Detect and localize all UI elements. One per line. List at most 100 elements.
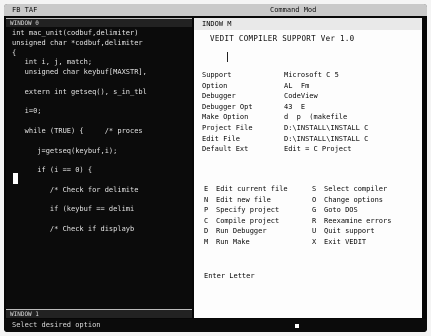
code-line: /* Check for delimite (12, 185, 139, 194)
setting-value: Microsoft C 5 (284, 71, 339, 79)
option-key: E (204, 185, 209, 193)
setting-key: Edit File (202, 134, 240, 143)
code-line: int mac_unit(codbuf,delimiter) (12, 29, 139, 37)
code-line: int i, j, match; (12, 58, 93, 67)
option-label: Edit current file (216, 185, 288, 193)
option-label: Run Debugger (216, 227, 267, 236)
menu-options: E Edit current file S Select compiler N Edi… (202, 184, 418, 248)
code-line: i=0; (12, 107, 42, 116)
menu-item-compile-project[interactable]: C Compile project (204, 216, 279, 227)
code-line: while (TRUE) { /* proces (12, 126, 143, 135)
setting-value: D:\INSTALL\INSTALL C (284, 123, 369, 132)
setting-value: D:\INSTALL\INSTALL C (284, 134, 369, 143)
code-area[interactable]: int mac_unit(codbuf,delimiter) unsigned … (6, 27, 192, 235)
code-line: if (i == 0) { (12, 166, 93, 175)
setting-row: Edit File D:\INSTALL\INSTALL C (202, 134, 416, 145)
menu-heading: VEDIT COMPILER SUPPORT Ver 1.0 (210, 34, 355, 43)
menu-item-change-options[interactable]: O Change options (312, 195, 383, 206)
mode-indicator: Command Mod (270, 6, 317, 14)
option-row: D Run Debugger U Quit support (202, 226, 418, 237)
text-cursor (13, 173, 18, 184)
option-label: Goto DOS (324, 206, 358, 215)
menu-item-run-make[interactable]: M Run Make (204, 237, 250, 248)
menu-item-exit-vedit[interactable]: X Exit VEDIT (312, 237, 366, 248)
code-line: extern int getseq(), s_in_tbl (12, 87, 147, 96)
option-key: S (312, 185, 317, 193)
code-line: j=getseq(keybuf,i); (12, 146, 118, 155)
setting-value: AL Fm (284, 81, 310, 90)
option-key: C (204, 216, 209, 225)
code-line: unsigned char keybuf[MAXSTR], (12, 68, 147, 77)
editor-window-left[interactable]: WINDOW 0 int mac_unit(codbuf,delimiter) … (6, 18, 192, 318)
setting-row: Make Option d p (makefile (202, 112, 416, 123)
option-key: D (204, 227, 209, 236)
code-line: if (keybuf == delimi (12, 205, 135, 214)
option-label: Compile project (216, 216, 280, 225)
option-label: Specify project (216, 206, 280, 215)
option-key: N (204, 195, 209, 204)
setting-key: Support (202, 71, 232, 79)
setting-value: Edit = C Project (284, 145, 352, 154)
setting-key: Option (202, 81, 228, 90)
setting-key: Default Ext (202, 145, 249, 154)
option-key: X (312, 237, 317, 246)
menu-item-quit-support[interactable]: U Quit support (312, 226, 375, 237)
status-line: Select desired option (4, 319, 427, 332)
option-row: P Specify project G Goto DOS (202, 205, 418, 216)
setting-key: Project File (202, 123, 253, 132)
option-row: M Run Make X Exit VEDIT (202, 237, 418, 248)
terminal-screen: FB TAF Command Mod WINDOW 0 int mac_unit… (4, 4, 427, 332)
code-line: unsigned char *codbuf,delimiter (12, 38, 143, 47)
option-row: N Edit new file O Change options (202, 195, 418, 206)
option-key: O (312, 195, 317, 204)
setting-row: Support Microsoft C 5 (202, 70, 416, 81)
setting-row: Debugger CodeView (202, 91, 416, 102)
option-label: Run Make (216, 237, 250, 246)
option-label: Change options (324, 195, 384, 204)
option-key: P (204, 206, 209, 215)
option-label: Exit VEDIT (324, 237, 367, 246)
option-key: G (312, 206, 317, 215)
option-label: Quit support (324, 227, 375, 236)
menu-item-edit-new[interactable]: N Edit new file (204, 195, 271, 206)
window-title-bottom: WINDOW 1 (6, 309, 192, 318)
setting-row: Default Ext Edit = C Project (202, 144, 416, 155)
setting-key: Debugger Opt (202, 102, 253, 111)
window-title-right: INDOW M (194, 18, 422, 30)
option-key: M (204, 237, 209, 246)
setting-row: Debugger Opt 43 E (202, 102, 416, 113)
menu-item-reexamine-errors[interactable]: R Reexamine errors (312, 216, 391, 227)
code-line: { (12, 48, 17, 57)
top-left-label: FB TAF (12, 6, 38, 14)
setting-key: Debugger (202, 92, 236, 101)
vedit-menu-window: INDOW M VEDIT COMPILER SUPPORT Ver 1.0 S… (194, 18, 422, 318)
setting-row: Project File D:\INSTALL\INSTALL C (202, 123, 416, 134)
option-row: E Edit current file S Select compiler (202, 184, 418, 195)
option-row: C Compile project R Reexamine errors (202, 216, 418, 227)
menu-item-run-debugger[interactable]: D Run Debugger (204, 226, 267, 237)
input-prompt[interactable]: Enter Letter (204, 272, 255, 280)
setting-row: Option AL Fm (202, 81, 416, 92)
menu-item-specify-project[interactable]: P Specify project (204, 205, 279, 216)
setting-value: 43 E (284, 102, 306, 111)
top-status-bar: FB TAF Command Mod (4, 4, 427, 16)
option-label: Reexamine errors (324, 216, 392, 225)
option-label: Edit new file (216, 195, 271, 204)
setting-value: CodeView (284, 92, 318, 101)
window-title-left: WINDOW 0 (6, 18, 192, 27)
setting-value: d p (makefile (284, 113, 348, 122)
option-key: U (312, 227, 317, 236)
mouse-cursor-icon (295, 324, 299, 328)
menu-item-select-compiler[interactable]: S Select compiler (312, 184, 387, 195)
menu-item-edit-current[interactable]: E Edit current file (204, 184, 288, 195)
menu-item-goto-dos[interactable]: G Goto DOS (312, 205, 358, 216)
caret-mark (227, 52, 228, 62)
option-key: R (312, 216, 317, 225)
